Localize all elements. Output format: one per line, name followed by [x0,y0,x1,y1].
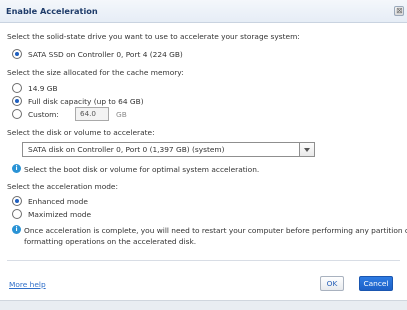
mode-option-maximized-label: Maximized mode [28,210,92,219]
footer-divider [7,260,400,261]
info-icon: i [12,225,21,234]
cache-radio-custom[interactable] [12,109,22,119]
drive-option-label: SATA SSD on Controller 0, Port 4 (224 GB… [28,50,183,59]
cache-option-14-9gb-label: 14.9 GB [28,84,58,93]
volume-select[interactable]: SATA disk on Controller 0, Port 0 (1,397… [22,142,315,157]
mode-option-enhanced-label: Enhanced mode [28,197,88,206]
title-bar: Enable Acceleration ⊠ [0,0,407,23]
drive-radio[interactable] [12,49,22,59]
cache-radio-full[interactable] [12,96,22,106]
mode-radio-enhanced[interactable] [12,196,22,206]
dialog-title: Enable Acceleration [6,6,98,16]
cache-prompt: Select the size allocated for the cache … [7,68,184,77]
mode-radio-maximized[interactable] [12,209,22,219]
volume-hint: Select the boot disk or volume for optim… [24,165,260,174]
mode-prompt: Select the acceleration mode: [7,182,118,191]
cache-option-custom-label: Custom: [28,110,59,119]
more-help-link[interactable]: More help [9,280,46,289]
ok-button[interactable]: OK [320,276,344,291]
mode-note-line1: Once acceleration is complete, you will … [24,226,407,235]
close-button[interactable]: ⊠ [394,6,404,16]
drive-prompt: Select the solid-state drive you want to… [7,32,300,41]
mode-note-line2: formatting operations on the accelerated… [24,237,197,246]
volume-selected-value: SATA disk on Controller 0, Port 0 (1,397… [28,145,225,154]
cache-option-full-label: Full disk capacity (up to 64 GB) [28,97,144,106]
cancel-button[interactable]: Cancel [359,276,393,291]
info-icon: i [12,164,21,173]
volume-prompt: Select the disk or volume to accelerate: [7,128,155,137]
custom-size-unit: GB [116,110,127,119]
custom-size-input[interactable]: 64.0 [75,107,109,121]
chevron-down-icon[interactable] [299,143,314,156]
close-icon: ⊠ [396,6,403,15]
cache-radio-14-9gb[interactable] [12,83,22,93]
